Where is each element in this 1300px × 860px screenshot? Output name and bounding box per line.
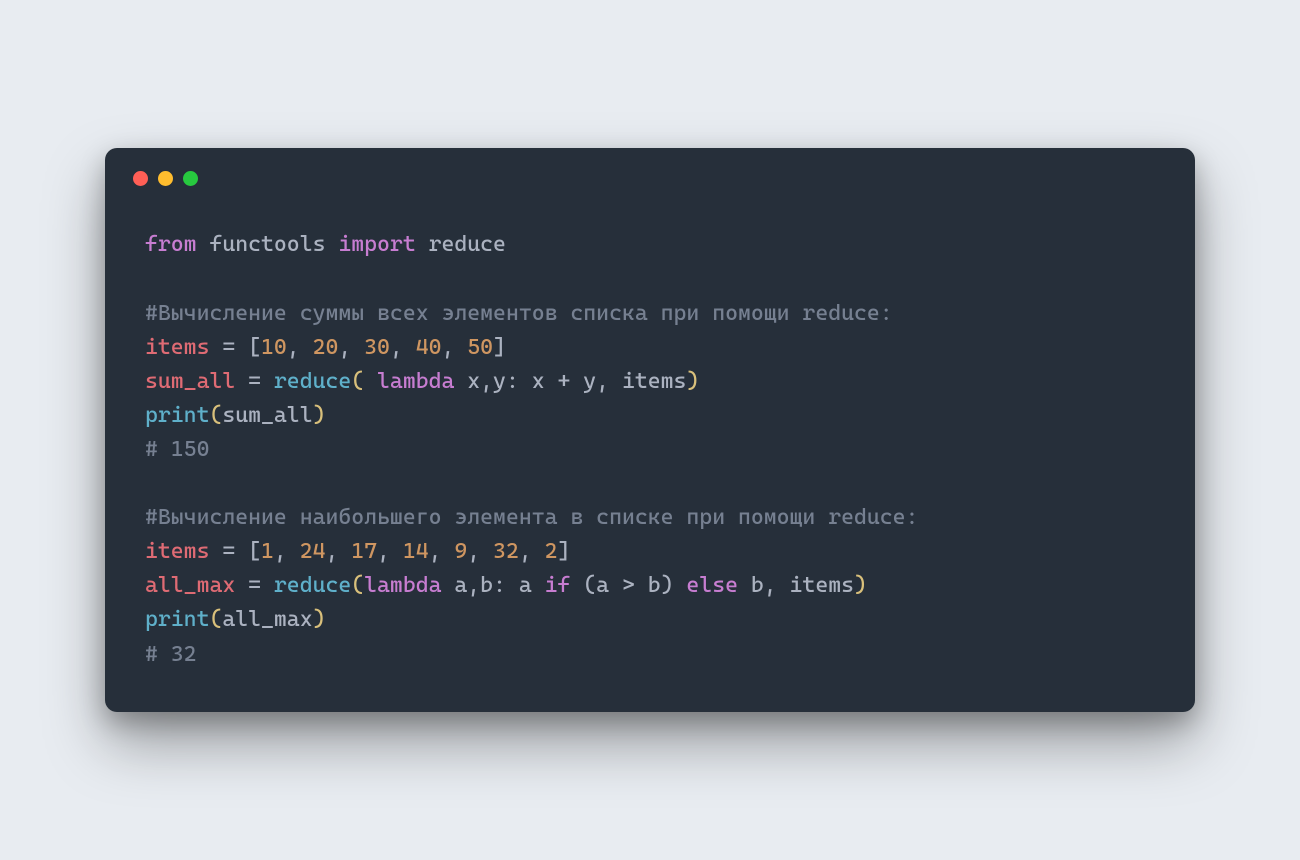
number-literal: 2 [545,539,558,564]
number-literal: 9 [454,539,467,564]
assign: = [235,369,274,394]
paren-close: ) [313,607,326,632]
fn-print: print [145,403,209,428]
comma: , [338,335,364,360]
keyword-else: else [686,573,738,598]
space [325,232,338,257]
number-literal: 40 [416,335,442,360]
paren-open: ( [209,403,222,428]
assign: = [235,573,274,598]
number-literal: 10 [261,335,287,360]
paren-open: ( [351,369,377,394]
lambda-part: b, items [738,573,854,598]
lambda-body: x,y: x + y, items [454,369,686,394]
fn-print: print [145,607,209,632]
comment-line: #Вычисление наибольшего элемента в списк… [145,505,918,530]
comma: , [390,335,416,360]
var-all-max: all_max [145,573,235,598]
comma: , [441,335,467,360]
number-literal: 1 [261,539,274,564]
fn-reduce: reduce [274,369,351,394]
var-items: items [145,335,209,360]
comma: , [467,539,493,564]
keyword-if: if [545,573,571,598]
var-sum-all: sum_all [145,369,235,394]
paren-close: ) [854,573,867,598]
code-block: from functools import reduce #Вычисление… [105,208,1195,671]
arg-sum-all: sum_all [222,403,312,428]
number-literal: 14 [403,539,429,564]
maximize-icon[interactable] [183,171,198,186]
space [416,232,429,257]
comma: , [274,539,300,564]
comma: , [429,539,455,564]
comment-line: #Вычисление суммы всех элементов списка … [145,301,893,326]
comma: , [377,539,403,564]
window-titlebar [105,148,1195,208]
close-bracket: ] [493,335,506,360]
lambda-part: a,b: a [441,573,544,598]
module-name: functools [209,232,325,257]
minimize-icon[interactable] [158,171,173,186]
comment-line: # 150 [145,437,209,462]
number-literal: 20 [313,335,339,360]
close-bracket: ] [558,539,571,564]
number-literal: 30 [364,335,390,360]
assign-open: = [ [209,335,261,360]
lambda-part: (a > b) [570,573,686,598]
keyword-lambda: lambda [364,573,441,598]
var-items: items [145,539,209,564]
paren-open: ( [351,573,364,598]
keyword-import: import [338,232,415,257]
arg-all-max: all_max [222,607,312,632]
number-literal: 17 [351,539,377,564]
code-window: from functools import reduce #Вычисление… [105,148,1195,711]
paren-close: ) [313,403,326,428]
comma: , [519,539,545,564]
paren-open: ( [209,607,222,632]
import-name: reduce [429,232,506,257]
number-literal: 50 [467,335,493,360]
fn-reduce: reduce [274,573,351,598]
close-icon[interactable] [133,171,148,186]
keyword-from: from [145,232,197,257]
comment-line: # 32 [145,642,197,667]
keyword-lambda: lambda [377,369,454,394]
comma: , [325,539,351,564]
assign-open: = [ [209,539,261,564]
number-literal: 24 [300,539,326,564]
space [197,232,210,257]
number-literal: 32 [493,539,519,564]
comma: , [287,335,313,360]
paren-close: ) [686,369,699,394]
